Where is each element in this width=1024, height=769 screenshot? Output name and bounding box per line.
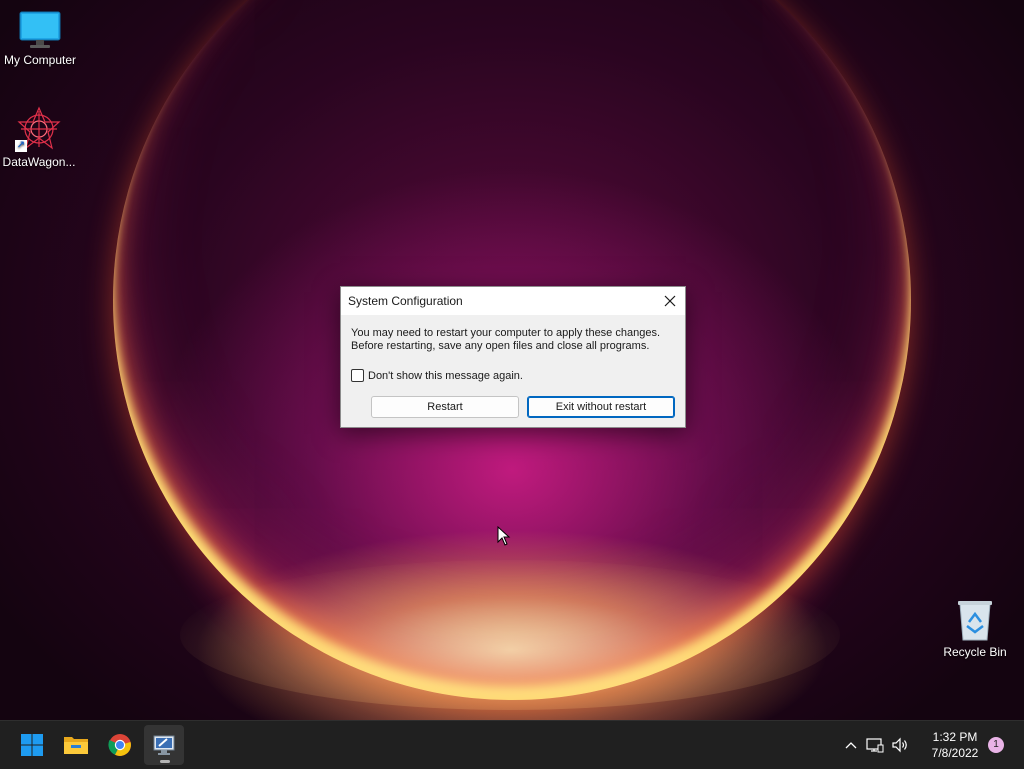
close-icon xyxy=(664,295,676,307)
desktop-icon-datawagon[interactable]: ↗ DataWagon... xyxy=(0,106,79,169)
datawagon-app-icon: ↗ xyxy=(15,106,63,152)
active-app-indicator xyxy=(160,760,170,763)
desktop-icon-label: DataWagon... xyxy=(2,155,76,169)
dialog-titlebar[interactable]: System Configuration xyxy=(341,287,685,315)
msconfig-icon xyxy=(153,735,175,755)
network-icon xyxy=(866,738,884,753)
dont-show-again-checkbox[interactable] xyxy=(351,369,364,382)
windows-start-icon xyxy=(21,734,43,756)
system-configuration-dialog: System Configuration You may need to res… xyxy=(340,286,686,428)
desktop-icon-label: My Computer xyxy=(3,53,77,67)
desktop-icon-my-computer[interactable]: My Computer xyxy=(0,10,80,67)
taskbar-chrome[interactable] xyxy=(100,725,140,765)
notification-badge[interactable]: 1 xyxy=(988,737,1004,753)
taskbar: 1:32 PM 7/8/2022 1 xyxy=(0,720,1024,769)
dialog-message-line1: You may need to restart your computer to… xyxy=(351,327,660,339)
wallpaper-glow xyxy=(180,560,840,710)
folder-icon xyxy=(64,737,88,754)
desktop-icon-recycle-bin[interactable]: Recycle Bin xyxy=(935,598,1015,659)
shortcut-arrow-icon: ↗ xyxy=(15,140,27,152)
taskbar-system-configuration[interactable] xyxy=(144,725,184,765)
volume-icon xyxy=(892,737,907,753)
taskbar-file-explorer[interactable] xyxy=(56,725,96,765)
clock-date: 7/8/2022 xyxy=(931,746,979,760)
dont-show-again-row[interactable]: Don't show this message again. xyxy=(351,369,523,382)
monitor-icon xyxy=(18,10,62,50)
desktop-icon-label: Recycle Bin xyxy=(943,645,1007,659)
tray-overflow-button[interactable] xyxy=(840,721,862,769)
dialog-message-line2: Before restarting, save any open files a… xyxy=(351,340,650,352)
chevron-up-icon xyxy=(845,742,857,749)
chrome-icon xyxy=(108,734,131,756)
exit-without-restart-button[interactable]: Exit without restart xyxy=(527,396,675,418)
mouse-cursor-icon xyxy=(497,526,511,546)
dialog-title: System Configuration xyxy=(348,294,463,308)
volume-button[interactable] xyxy=(888,721,912,769)
dont-show-again-label: Don't show this message again. xyxy=(368,369,523,382)
system-tray xyxy=(840,721,912,769)
network-button[interactable] xyxy=(862,721,888,769)
dialog-close-button[interactable] xyxy=(655,287,685,315)
restart-button[interactable]: Restart xyxy=(371,396,519,418)
clock-time: 1:32 PM xyxy=(932,730,978,744)
recycle-bin-icon xyxy=(955,598,995,642)
dialog-message: You may need to restart your computer to… xyxy=(351,327,660,353)
taskbar-clock[interactable]: 1:32 PM 7/8/2022 xyxy=(920,729,990,761)
start-button[interactable] xyxy=(12,725,52,765)
